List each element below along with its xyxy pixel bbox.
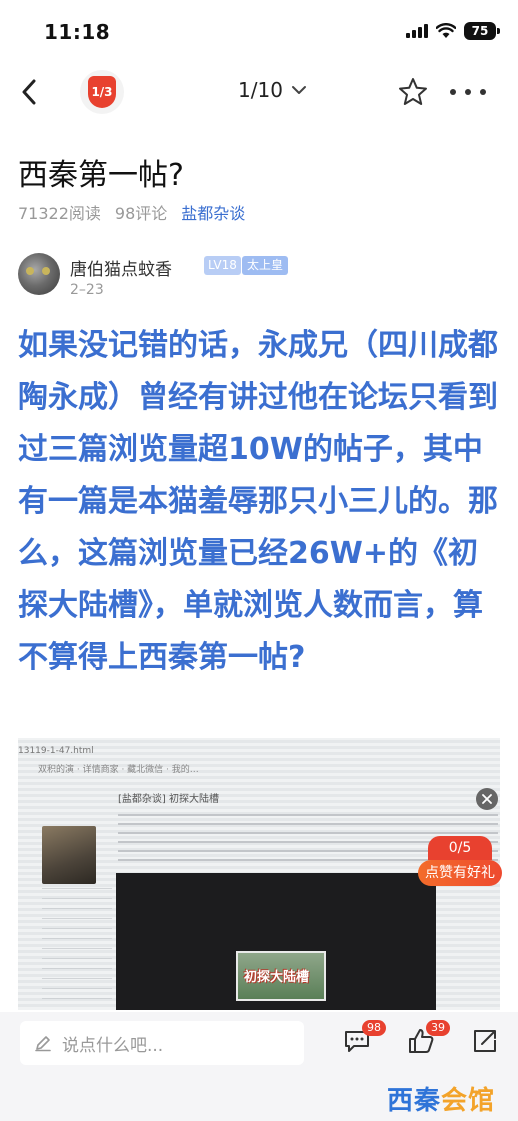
star-outline-icon <box>399 78 427 105</box>
more-button[interactable] <box>450 76 486 108</box>
signal-icon <box>406 24 428 38</box>
image-cat-avatar <box>42 826 96 884</box>
read-count: 71322阅读 <box>18 204 101 223</box>
image-stats-block <box>42 888 112 1008</box>
author-row: 唐伯猫点蚊香 LV18 太上皇 2–23 <box>18 253 498 299</box>
post-date: 2–23 <box>70 282 104 298</box>
watermark-logo: 西秦会馆 <box>387 1080 495 1117</box>
comment-count: 98评论 <box>114 204 168 223</box>
share-icon <box>474 1030 496 1052</box>
comment-placeholder: 说点什么吧... <box>62 1035 164 1056</box>
page-selector[interactable]: 1/10 <box>238 78 307 102</box>
status-icons: 75 <box>406 22 500 40</box>
status-time: 11:18 <box>44 20 111 44</box>
more-dot-icon <box>480 89 486 95</box>
more-dot-icon <box>465 89 471 95</box>
chevron-down-icon <box>291 86 306 94</box>
close-icon <box>482 794 492 804</box>
post-meta: 71322阅读 98评论 盐都杂谈 <box>18 200 245 224</box>
image-tabs-text: 双积的演 · 详情商家 · 藏北微信 · 我的… <box>38 765 199 775</box>
chevron-left-icon <box>22 79 36 105</box>
watermark-part2: 会馆 <box>441 1086 496 1116</box>
nav-bar: 1/3 1/10 <box>0 62 518 122</box>
forum-link[interactable]: 盐都杂谈 <box>181 200 245 224</box>
reward-count: 0/5 <box>428 836 492 860</box>
avatar[interactable] <box>18 253 60 295</box>
comment-input[interactable]: 说点什么吧... <box>20 1021 304 1065</box>
rank-badge: 太上皇 <box>242 256 289 275</box>
reward-button[interactable]: 点赞有好礼 <box>418 860 502 886</box>
image-close-button[interactable] <box>476 788 498 810</box>
level-badge: LV18 <box>204 256 241 275</box>
like-count-badge: 39 <box>426 1020 450 1036</box>
comment-button[interactable]: 98 <box>342 1020 386 1060</box>
wifi-icon <box>436 23 456 38</box>
page-badge-label: 1/3 <box>88 76 116 108</box>
like-button[interactable]: 39 <box>406 1020 450 1060</box>
image-post-header: [盐都杂谈] 初探大陆槽 <box>118 794 219 805</box>
page-badge[interactable]: 1/3 <box>80 70 124 114</box>
post-title: 西秦第一帖? <box>18 158 184 193</box>
more-dot-icon <box>450 89 456 95</box>
share-button[interactable] <box>470 1026 506 1060</box>
pencil-icon <box>35 1036 51 1052</box>
comment-count-badge: 98 <box>362 1020 386 1036</box>
reward-widget[interactable]: 0/5 点赞有好礼 <box>418 836 502 890</box>
image-inner-title: 初探大陆槽 <box>244 970 310 985</box>
image-url-text: 13119-1-47.html <box>18 746 94 756</box>
author-name[interactable]: 唐伯猫点蚊香 <box>70 255 172 280</box>
post-body: 如果没记错的话，永成兄（四川成都陶永成）曾经有讲过他在论坛只看到过三篇浏览量超1… <box>18 328 498 675</box>
watermark-part1: 西秦 <box>387 1086 442 1116</box>
back-button[interactable] <box>14 74 44 110</box>
status-bar: 11:18 75 <box>0 0 518 60</box>
battery-icon: 75 <box>464 22 500 40</box>
favorite-button[interactable] <box>397 76 429 108</box>
page-selector-label: 1/10 <box>238 78 283 102</box>
